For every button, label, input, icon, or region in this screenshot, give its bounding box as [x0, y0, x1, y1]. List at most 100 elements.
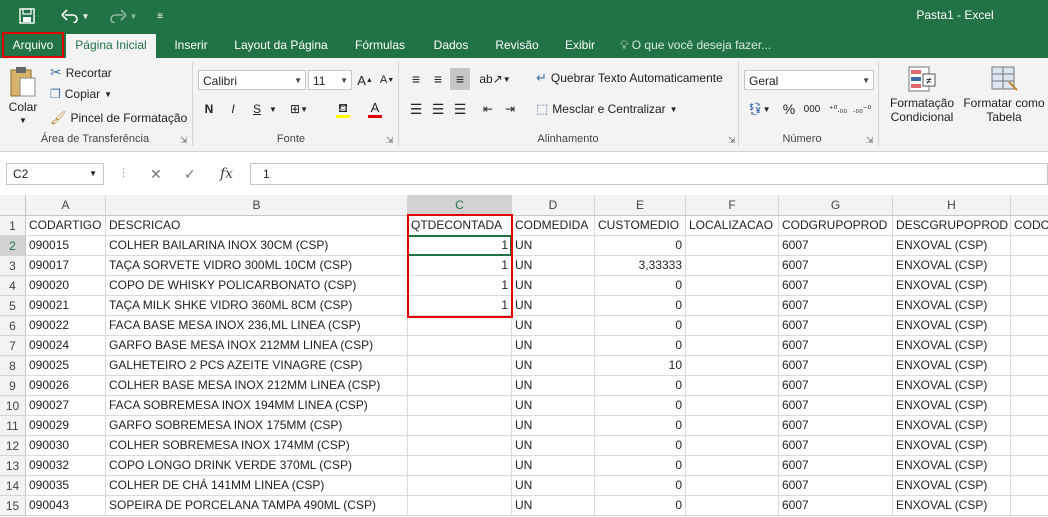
table-cell[interactable] — [686, 316, 779, 336]
table-cell[interactable]: 0 — [595, 456, 686, 476]
clipboard-launcher-icon[interactable]: ⇲ — [180, 135, 188, 146]
table-cell[interactable]: 6007 — [779, 376, 893, 396]
table-cell[interactable]: UN — [512, 436, 595, 456]
row-header[interactable]: 12 — [0, 436, 26, 456]
table-cell[interactable]: COPO DE WHISKY POLICARBONATO (CSP) — [106, 276, 408, 296]
customize-icon[interactable]: ≡ — [152, 0, 168, 32]
increase-decimal-icon[interactable]: ⁺⁰.₀₀ — [828, 98, 848, 120]
table-cell[interactable]: 6007 — [779, 316, 893, 336]
table-cell[interactable]: ENXOVAL (CSP) — [893, 496, 1011, 516]
merge-center-button[interactable]: ⬚ Mesclar e Centralizar ▼ — [536, 101, 678, 117]
table-cell[interactable]: ENXOVAL (CSP) — [893, 336, 1011, 356]
row-header[interactable]: 11 — [0, 416, 26, 436]
underline-chevron-icon[interactable]: ▼ — [268, 98, 278, 120]
table-cell[interactable]: 0 — [595, 416, 686, 436]
italic-button[interactable]: I — [224, 98, 242, 120]
table-cell[interactable]: GARFO BASE MESA INOX 212MM LINEA (CSP) — [106, 336, 408, 356]
table-cell[interactable] — [1011, 376, 1048, 396]
table-cell[interactable]: 090025 — [26, 356, 106, 376]
table-cell[interactable]: 6007 — [779, 456, 893, 476]
table-cell[interactable]: UN — [512, 276, 595, 296]
table-cell[interactable] — [408, 496, 512, 516]
table-cell[interactable] — [408, 456, 512, 476]
table-cell[interactable] — [408, 316, 512, 336]
table-cell[interactable]: 0 — [595, 296, 686, 316]
table-cell[interactable]: 0 — [595, 376, 686, 396]
table-cell[interactable]: 090027 — [26, 396, 106, 416]
table-cell[interactable] — [1011, 496, 1048, 516]
table-cell[interactable]: COLHER BASE MESA INOX 212MM LINEA (CSP) — [106, 376, 408, 396]
tell-me-box[interactable]: 💡︎ O que você deseja fazer... — [620, 32, 771, 58]
font-color-icon[interactable]: A — [364, 98, 386, 120]
table-cell[interactable]: UN — [512, 396, 595, 416]
insert-function-icon[interactable]: fx — [220, 166, 233, 182]
table-cell[interactable]: 6007 — [779, 296, 893, 316]
table-cell[interactable]: FACA SOBREMESA INOX 194MM LINEA (CSP) — [106, 396, 408, 416]
table-cell[interactable]: 0 — [595, 236, 686, 256]
row-header[interactable]: 10 — [0, 396, 26, 416]
table-cell[interactable] — [1011, 356, 1048, 376]
table-cell[interactable]: ENXOVAL (CSP) — [893, 436, 1011, 456]
align-middle-icon[interactable]: ≡ — [428, 68, 448, 90]
table-cell[interactable]: ENXOVAL (CSP) — [893, 356, 1011, 376]
table-cell[interactable] — [1011, 396, 1048, 416]
number-format-select[interactable]: Geral ▼ — [744, 70, 874, 90]
row-header[interactable]: 5 — [0, 296, 26, 316]
table-cell[interactable] — [1011, 256, 1048, 276]
header-cell[interactable]: CODMEDIDA — [512, 216, 595, 236]
table-cell[interactable]: UN — [512, 316, 595, 336]
tab-inserir[interactable]: Inserir — [164, 32, 218, 58]
table-cell[interactable]: 6007 — [779, 476, 893, 496]
row-header[interactable]: 7 — [0, 336, 26, 356]
header-cell[interactable]: CODCO — [1011, 216, 1048, 236]
table-cell[interactable] — [1011, 336, 1048, 356]
table-cell[interactable]: UN — [512, 256, 595, 276]
formula-input[interactable]: 1 — [250, 163, 1048, 185]
table-cell[interactable]: 6007 — [779, 276, 893, 296]
column-header-f[interactable]: F — [686, 195, 779, 216]
redo-icon[interactable]: ▼ — [104, 0, 142, 32]
table-cell[interactable]: 090026 — [26, 376, 106, 396]
table-cell[interactable]: UN — [512, 496, 595, 516]
table-cell[interactable]: UN — [512, 296, 595, 316]
decrease-font-icon[interactable]: A ▼ — [378, 69, 396, 91]
table-cell[interactable]: TAÇA SORVETE VIDRO 300ML 10CM (CSP) — [106, 256, 408, 276]
row-header[interactable]: 6 — [0, 316, 26, 336]
align-right-icon[interactable]: ☰ — [450, 98, 470, 120]
align-top-icon[interactable]: ≡ — [406, 68, 426, 90]
orientation-icon[interactable]: ab↗ ▼ — [479, 68, 510, 90]
font-size-select[interactable]: 11 ▼ — [308, 70, 352, 90]
table-cell[interactable] — [686, 416, 779, 436]
column-header-h[interactable]: H — [893, 195, 1011, 216]
table-cell[interactable]: 090035 — [26, 476, 106, 496]
table-cell[interactable]: 090024 — [26, 336, 106, 356]
decrease-indent-icon[interactable]: ⇤ — [478, 98, 498, 120]
underline-button[interactable]: S — [248, 98, 266, 120]
table-cell[interactable]: 0 — [595, 396, 686, 416]
table-cell[interactable] — [408, 356, 512, 376]
header-cell[interactable]: CODGRUPOPROD — [779, 216, 893, 236]
table-cell[interactable] — [1011, 416, 1048, 436]
header-cell[interactable]: CODARTIGO — [26, 216, 106, 236]
format-painter-button[interactable]: 🖌︎ Pincel de Formatação — [50, 110, 187, 126]
table-cell[interactable]: COPO LONGO DRINK VERDE 370ML (CSP) — [106, 456, 408, 476]
column-header-c[interactable]: C — [408, 195, 512, 216]
copy-button[interactable]: ❐ Copiar ▼ — [50, 87, 112, 101]
table-cell[interactable]: 090022 — [26, 316, 106, 336]
tab-arquivo[interactable]: Arquivo — [2, 32, 64, 58]
table-cell[interactable] — [686, 236, 779, 256]
table-cell[interactable]: 1 — [408, 236, 512, 256]
table-cell[interactable]: 0 — [595, 276, 686, 296]
table-cell[interactable]: SOPEIRA DE PORCELANA TAMPA 490ML (CSP) — [106, 496, 408, 516]
row-header[interactable]: 8 — [0, 356, 26, 376]
increase-font-icon[interactable]: A ▲ — [356, 69, 374, 91]
row-header[interactable]: 4 — [0, 276, 26, 296]
font-launcher-icon[interactable]: ⇲ — [386, 135, 394, 146]
table-cell[interactable]: 10 — [595, 356, 686, 376]
table-cell[interactable]: GALHETEIRO 2 PCS AZEITE VINAGRE (CSP) — [106, 356, 408, 376]
table-cell[interactable]: ENXOVAL (CSP) — [893, 256, 1011, 276]
align-bottom-icon[interactable]: ≡ — [450, 68, 470, 90]
table-cell[interactable] — [1011, 476, 1048, 496]
table-cell[interactable]: 6007 — [779, 236, 893, 256]
table-cell[interactable] — [408, 396, 512, 416]
